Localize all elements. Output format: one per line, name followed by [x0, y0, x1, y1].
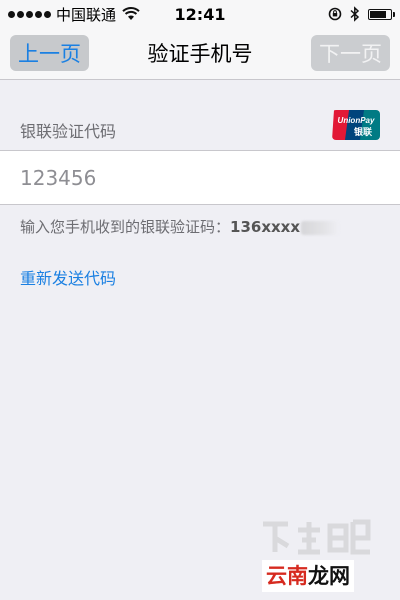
previous-page-button[interactable]: 上一页: [10, 35, 89, 71]
resend-code-link[interactable]: 重新发送代码: [20, 265, 116, 289]
masked-phone-number: 136xxxx: [230, 218, 301, 236]
site-watermark-logo: [263, 519, 371, 555]
status-bar: 中国联通 12:41: [0, 0, 400, 28]
battery-icon: [368, 8, 395, 20]
bluetooth-icon: [350, 6, 360, 22]
next-page-button[interactable]: 下一页: [311, 35, 390, 71]
hint-message: 输入您手机收到的银联验证码：: [20, 218, 231, 236]
signal-strength-icon: [8, 10, 51, 18]
hint-text: 输入您手机收到的银联验证码：136xxxx: [20, 216, 340, 237]
carrier-name: 中国联通: [56, 5, 117, 24]
site-watermark-text: 云南龙网: [262, 560, 354, 592]
svg-text:银联: 银联: [354, 126, 373, 138]
rotation-lock-icon: [328, 7, 342, 21]
verification-code-input[interactable]: [20, 151, 380, 204]
wifi-icon: [122, 7, 140, 20]
svg-text:UnionPay: UnionPay: [338, 116, 375, 125]
section-label: 银联验证代码: [20, 122, 117, 141]
verification-code-row: [0, 150, 400, 205]
blurred-digits: [301, 220, 340, 235]
navigation-bar: 上一页 验证手机号 下一页: [0, 28, 400, 80]
unionpay-logo: UnionPay 银联: [332, 110, 380, 140]
